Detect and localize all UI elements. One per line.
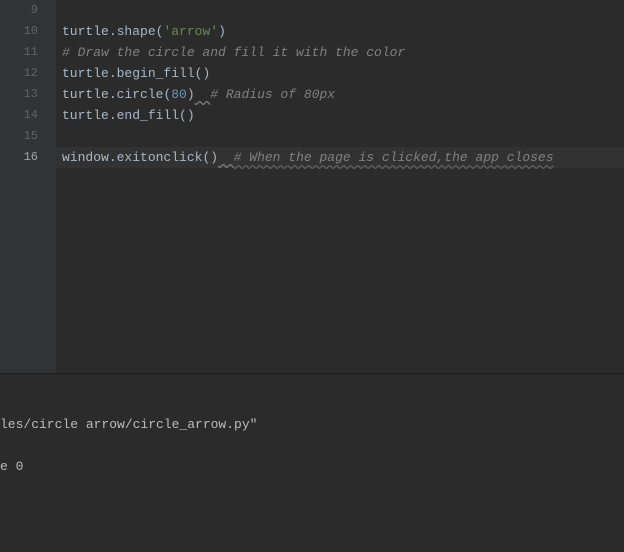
line-number: 15 bbox=[0, 126, 56, 147]
code-editor[interactable]: 910111213141516 turtle.shape('arrow') # D… bbox=[0, 0, 624, 373]
code-line[interactable]: # Draw the circle and fill it with the c… bbox=[56, 42, 624, 63]
line-number-gutter: 910111213141516 bbox=[0, 0, 56, 373]
line-number: 13 bbox=[0, 84, 56, 105]
code-line[interactable] bbox=[56, 126, 624, 147]
code-line[interactable]: turtle.begin_fill() bbox=[56, 63, 624, 84]
code-token-obj: turtle bbox=[62, 108, 109, 123]
code-line[interactable]: turtle.circle(80) # Radius of 80px bbox=[56, 84, 624, 105]
code-token-paren: () bbox=[195, 66, 211, 81]
code-line[interactable]: turtle.end_fill() bbox=[56, 105, 624, 126]
terminal-output-line: les/circle arrow/circle_arrow.py" bbox=[0, 414, 624, 435]
line-number: 14 bbox=[0, 105, 56, 126]
code-token-dot: . bbox=[109, 87, 117, 102]
code-token-dot: . bbox=[109, 108, 117, 123]
code-token-dot: . bbox=[109, 24, 117, 39]
line-number: 11 bbox=[0, 42, 56, 63]
code-token-paren: ) bbox=[187, 87, 195, 102]
code-line[interactable]: window.exitonclick() # When the page is … bbox=[56, 147, 624, 168]
terminal-output-line: e 0 bbox=[0, 456, 624, 477]
code-token-method: exitonclick bbox=[117, 150, 203, 165]
code-token-paren: () bbox=[179, 108, 195, 123]
line-number: 9 bbox=[0, 0, 56, 21]
code-token-comment-underline: # When the page is clicked,the app close… bbox=[234, 150, 554, 165]
terminal-panel[interactable]: les/circle arrow/circle_arrow.py" e 0 bbox=[0, 373, 624, 552]
line-number: 12 bbox=[0, 63, 56, 84]
code-token-obj: turtle bbox=[62, 24, 109, 39]
code-line[interactable]: turtle.shape('arrow') bbox=[56, 21, 624, 42]
code-token-dot: . bbox=[109, 150, 117, 165]
code-token-obj: turtle bbox=[62, 66, 109, 81]
code-line[interactable] bbox=[56, 0, 624, 21]
code-token-method: shape bbox=[117, 24, 156, 39]
code-token-obj: window bbox=[62, 150, 109, 165]
code-token-method: end_fill bbox=[117, 108, 179, 123]
code-token-method: begin_fill bbox=[117, 66, 195, 81]
line-number: 10 bbox=[0, 21, 56, 42]
code-token-dot: . bbox=[109, 66, 117, 81]
code-token-comment: # Draw the circle and fill it with the c… bbox=[62, 45, 405, 60]
code-token-squiggle bbox=[218, 150, 234, 165]
code-token-paren: ) bbox=[218, 24, 226, 39]
code-token-method: circle bbox=[117, 87, 164, 102]
line-number: 16 bbox=[0, 147, 56, 168]
code-token-obj: turtle bbox=[62, 87, 109, 102]
code-token-paren: () bbox=[202, 150, 218, 165]
code-token-comment: # Radius of 80px bbox=[210, 87, 335, 102]
code-content[interactable]: turtle.shape('arrow') # Draw the circle a… bbox=[56, 0, 624, 373]
code-token-squiggle bbox=[195, 87, 211, 102]
code-token-string: 'arrow' bbox=[163, 24, 218, 39]
code-token-number: 80 bbox=[171, 87, 187, 102]
terminal-output-line bbox=[0, 435, 624, 456]
